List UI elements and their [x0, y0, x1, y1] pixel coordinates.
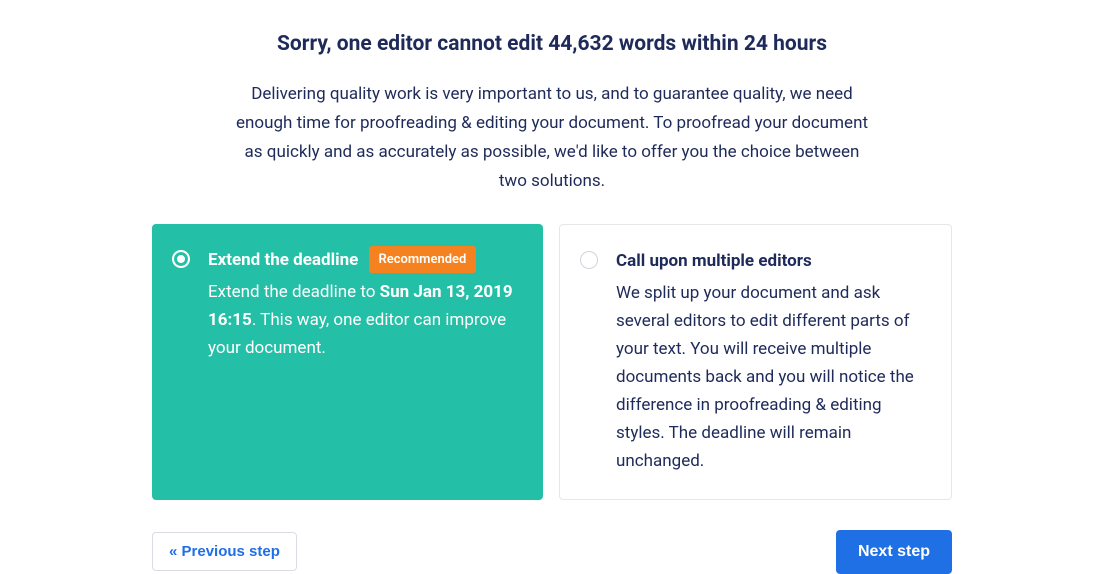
option-multiple-title: Call upon multiple editors: [616, 251, 812, 271]
option-extend-body: Extend the deadline to Sun Jan 13, 2019 …: [208, 278, 519, 362]
option-multiple-editors[interactable]: Call upon multiple editors We split up y…: [559, 224, 952, 500]
option-extend-title: Extend the deadline: [208, 250, 358, 270]
radio-unselected-icon: [580, 251, 598, 269]
nav-row: « Previous step Next step: [152, 530, 952, 574]
page-subtext: Delivering quality work is very importan…: [232, 80, 872, 196]
extend-body-prefix: Extend the deadline to: [208, 282, 380, 302]
options-row: Extend the deadline Recommended Extend t…: [152, 224, 952, 500]
next-step-button[interactable]: Next step: [836, 530, 952, 574]
radio-selected-icon: [172, 250, 190, 268]
previous-step-button[interactable]: « Previous step: [152, 532, 297, 571]
option-extend-deadline[interactable]: Extend the deadline Recommended Extend t…: [152, 224, 543, 500]
option-multiple-body: We split up your document and ask severa…: [616, 279, 927, 475]
page-heading: Sorry, one editor cannot edit 44,632 wor…: [152, 32, 952, 56]
extend-body-suffix: . This way, one editor can improve your …: [208, 310, 506, 358]
recommended-badge: Recommended: [369, 246, 477, 273]
